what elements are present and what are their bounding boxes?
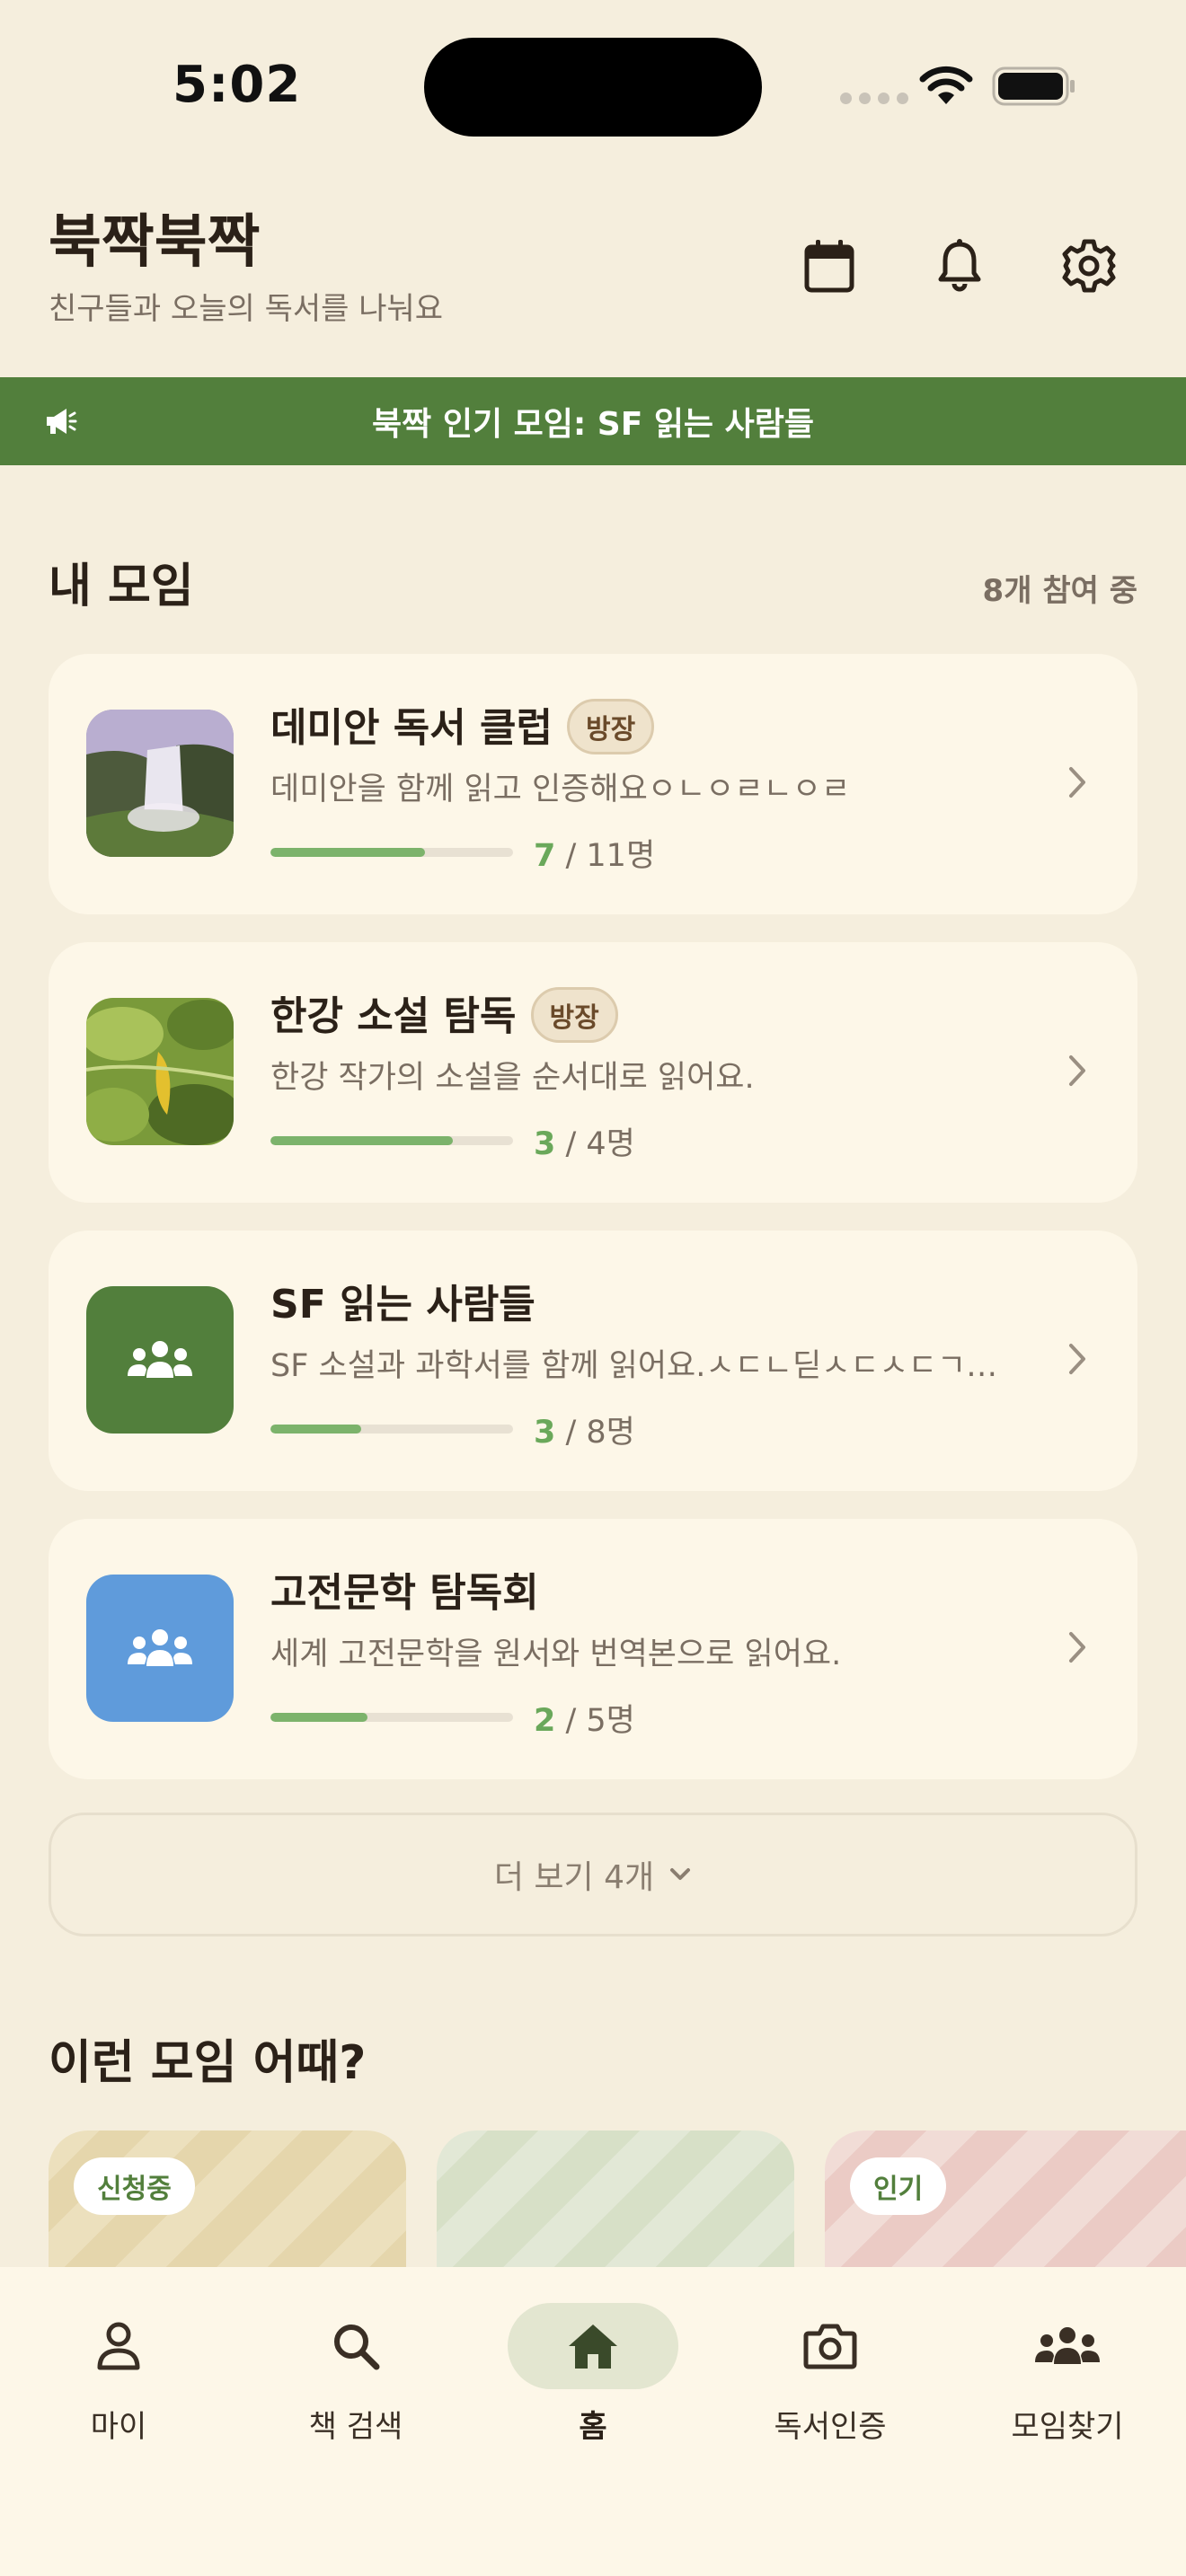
member-progress-bar — [270, 1425, 513, 1434]
tab-label: 모임찾기 — [1011, 2409, 1124, 2445]
leader-badge: 방장 — [530, 987, 618, 1043]
tab-label: 마이 — [90, 2409, 147, 2445]
group-thumbnail-icon — [86, 1286, 234, 1434]
tab-label: 책 검색 — [308, 2409, 403, 2445]
popular-group-banner[interactable]: 북짝 인기 모임: SF 읽는 사람들 — [0, 377, 1186, 465]
calendar-icon[interactable] — [795, 232, 863, 300]
member-count-current: 7 — [534, 838, 556, 874]
group-description: 데미안을 함께 읽고 인증해요ㅇㄴㅇㄹㄴㅇㄹ — [270, 772, 851, 807]
status-time: 5:02 — [173, 56, 302, 114]
person-icon — [97, 2322, 140, 2370]
chevron-right-icon — [1069, 767, 1085, 798]
tab-label: 홈 — [579, 2409, 607, 2445]
group-name-text: 한강 소설 탐독 — [270, 993, 517, 1039]
group-description: SF 소설과 과학서를 함께 읽어요.ㅅㄷㄴ딛ㅅㄷㅅㄷㄱ… — [270, 1348, 998, 1384]
my-groups-title: 내 모임 — [49, 560, 194, 613]
banner-text: 북짝 인기 모임: SF 읽는 사람들 — [372, 406, 814, 443]
tab-my[interactable]: 마이 — [11, 2303, 226, 2465]
camera-icon — [803, 2324, 857, 2369]
member-count: 2 / 5명 — [534, 1695, 635, 1741]
group-name: 데미안 독서 클럽 방장 — [270, 695, 655, 758]
group-card-classics[interactable]: 고전문학 탐독회 세계 고전문학을 원서와 번역본으로 읽어요. 2 / 5명 — [49, 1519, 1137, 1779]
member-progress-bar — [270, 1136, 513, 1145]
group-name: 고전문학 탐독회 — [270, 1570, 539, 1616]
gear-icon[interactable] — [1055, 232, 1123, 300]
status-bar: 5:02 — [0, 0, 1186, 171]
member-count-current: 3 — [534, 1415, 556, 1451]
member-count-total: / 5명 — [555, 1703, 635, 1739]
chevron-right-icon — [1069, 1055, 1085, 1086]
megaphone-icon — [47, 409, 77, 434]
chevron-down-icon — [670, 1868, 691, 1880]
recommend-badge: 신청중 — [74, 2157, 195, 2215]
home-icon — [569, 2325, 617, 2369]
member-progress-bar — [270, 1713, 513, 1722]
member-count: 3 / 4명 — [534, 1118, 635, 1164]
show-more-label: 더 보기 4개 — [493, 1859, 655, 1896]
group-thumbnail-icon — [86, 1575, 234, 1722]
recommend-title: 이런 모임 어때? — [49, 2036, 367, 2090]
group-description: 세계 고전문학을 원서와 번역본으로 읽어요. — [270, 1636, 842, 1672]
member-count-total: / 8명 — [555, 1415, 635, 1451]
group-icon — [128, 1629, 192, 1666]
group-name: SF 읽는 사람들 — [270, 1282, 535, 1328]
member-progress-fill — [270, 1136, 453, 1145]
tab-book-search[interactable]: 책 검색 — [248, 2303, 464, 2465]
member-progress-fill — [270, 1425, 362, 1434]
member-count-total: / 4명 — [555, 1126, 635, 1162]
show-more-button[interactable]: 더 보기 4개 — [49, 1813, 1137, 1936]
member-count-total: / 11명 — [555, 838, 656, 874]
member-progress-fill — [270, 848, 425, 857]
member-count: 3 / 8명 — [534, 1407, 635, 1452]
tab-label: 독서인증 — [774, 2409, 887, 2445]
my-groups-count: 8개 참여 중 — [982, 573, 1137, 609]
tab-find-group[interactable]: 모임찾기 — [960, 2303, 1175, 2465]
tab-bar: 마이 책 검색 홈 독서인증 모임찾기 — [0, 2267, 1186, 2576]
battery-icon — [992, 66, 1075, 106]
group-thumbnail-waterfall — [86, 710, 234, 857]
member-progress-fill — [270, 1713, 367, 1722]
group-card-hangang[interactable]: 한강 소설 탐독 방장 한강 작가의 소설을 순서대로 읽어요. 3 / 4명 — [49, 942, 1137, 1203]
app-subtitle: 친구들과 오늘의 독서를 나눠요 — [49, 291, 444, 327]
member-progress-bar — [270, 848, 513, 857]
chevron-right-icon — [1069, 1632, 1085, 1663]
group-name: 한강 소설 탐독 방장 — [270, 984, 618, 1046]
member-count: 7 / 11명 — [534, 830, 655, 876]
group-icon — [128, 1341, 192, 1378]
group-icon — [1035, 2327, 1100, 2364]
recommend-badge: 인기 — [850, 2157, 947, 2215]
group-thumbnail-leaf — [86, 998, 234, 1145]
member-count-current: 2 — [534, 1703, 556, 1739]
group-card-demian[interactable]: 데미안 독서 클럽 방장 데미안을 함께 읽고 인증해요ㅇㄴㅇㄹㄴㅇㄹ 7 / 1… — [49, 654, 1137, 914]
group-description: 한강 작가의 소설을 순서대로 읽어요. — [270, 1060, 755, 1096]
group-name-text: 데미안 독서 클럽 — [270, 705, 553, 751]
wifi-icon — [919, 66, 973, 104]
leader-badge: 방장 — [567, 699, 655, 754]
home-screen: 5:02 북짝북짝 친구들과 오늘의 독서를 나눠요 북짝 인기 모임: SF … — [0, 0, 1186, 2576]
tab-reading-proof[interactable]: 독서인증 — [722, 2303, 938, 2465]
bell-icon[interactable] — [925, 232, 994, 300]
search-icon — [334, 2325, 380, 2370]
app-title: 북짝북짝 — [49, 209, 261, 276]
tab-home[interactable]: 홈 — [485, 2303, 701, 2465]
chevron-right-icon — [1069, 1344, 1085, 1374]
cellular-signal-icon — [840, 93, 908, 104]
group-card-sf[interactable]: SF 읽는 사람들 SF 소설과 과학서를 함께 읽어요.ㅅㄷㄴ딛ㅅㄷㅅㄷㄱ… … — [49, 1231, 1137, 1491]
dynamic-island — [424, 38, 762, 137]
member-count-current: 3 — [534, 1126, 556, 1162]
